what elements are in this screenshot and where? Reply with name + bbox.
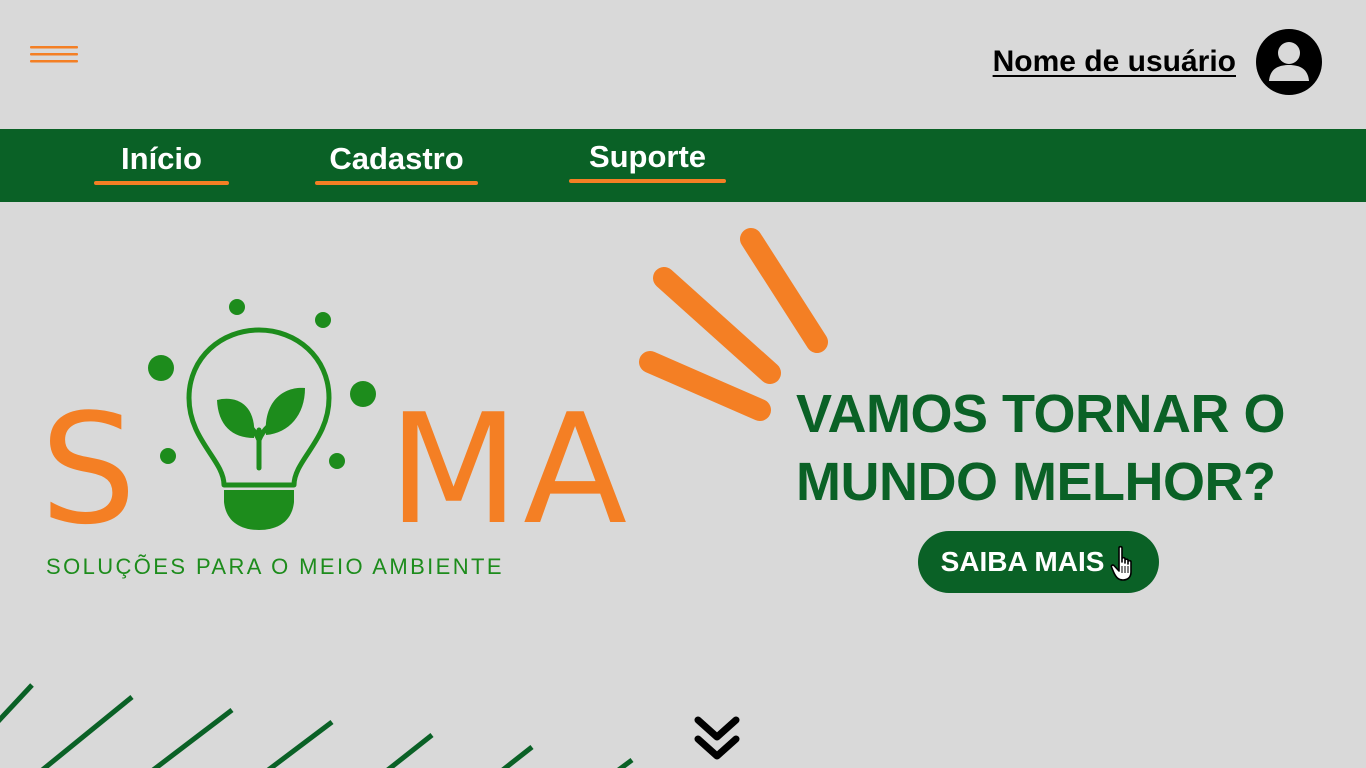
saiba-mais-button[interactable]: SAIBA MAIS bbox=[918, 531, 1159, 593]
nav-item-suporte[interactable]: Suporte bbox=[569, 139, 726, 183]
soma-logo: S MA SOLUÇÕES PARA O MEIO AMBIENTE bbox=[40, 290, 650, 590]
pointer-hand-icon bbox=[1110, 545, 1133, 581]
logo-letter-s: S bbox=[40, 381, 141, 558]
user-name-link[interactable]: Nome de usuário bbox=[993, 45, 1236, 79]
logo-tagline: SOLUÇÕES PARA O MEIO AMBIENTE bbox=[46, 554, 504, 579]
nav-underline bbox=[569, 179, 726, 183]
menu-button[interactable] bbox=[26, 42, 82, 70]
nav-underline bbox=[315, 181, 478, 185]
nav-item-label: Cadastro bbox=[329, 141, 464, 176]
page: Nome de usuário Início Cadastro Suporte … bbox=[0, 0, 1366, 768]
headline-line-2: MUNDO MELHOR? bbox=[796, 452, 1276, 512]
logo-letters-ma: MA bbox=[388, 381, 632, 558]
double-chevron-down-icon[interactable] bbox=[690, 712, 744, 766]
main-navbar: Início Cadastro Suporte bbox=[0, 129, 1366, 202]
nav-item-label: Início bbox=[121, 141, 202, 176]
lightbulb-sprout-icon bbox=[148, 299, 376, 530]
nav-underline bbox=[94, 181, 229, 185]
saiba-mais-label: SAIBA MAIS bbox=[940, 546, 1105, 577]
hero-headline: VAMOS TORNAR O MUNDO MELHOR? bbox=[796, 380, 1356, 516]
decorative-diagonal-lines bbox=[0, 683, 634, 768]
user-avatar-icon[interactable] bbox=[1256, 29, 1322, 95]
nav-item-cadastro[interactable]: Cadastro bbox=[315, 141, 478, 185]
user-area: Nome de usuário bbox=[993, 28, 1322, 96]
nav-item-inicio[interactable]: Início bbox=[94, 141, 229, 185]
hamburger-menu-icon bbox=[30, 46, 78, 63]
nav-item-label: Suporte bbox=[588, 139, 707, 174]
headline-line-1: VAMOS TORNAR O bbox=[796, 384, 1286, 444]
